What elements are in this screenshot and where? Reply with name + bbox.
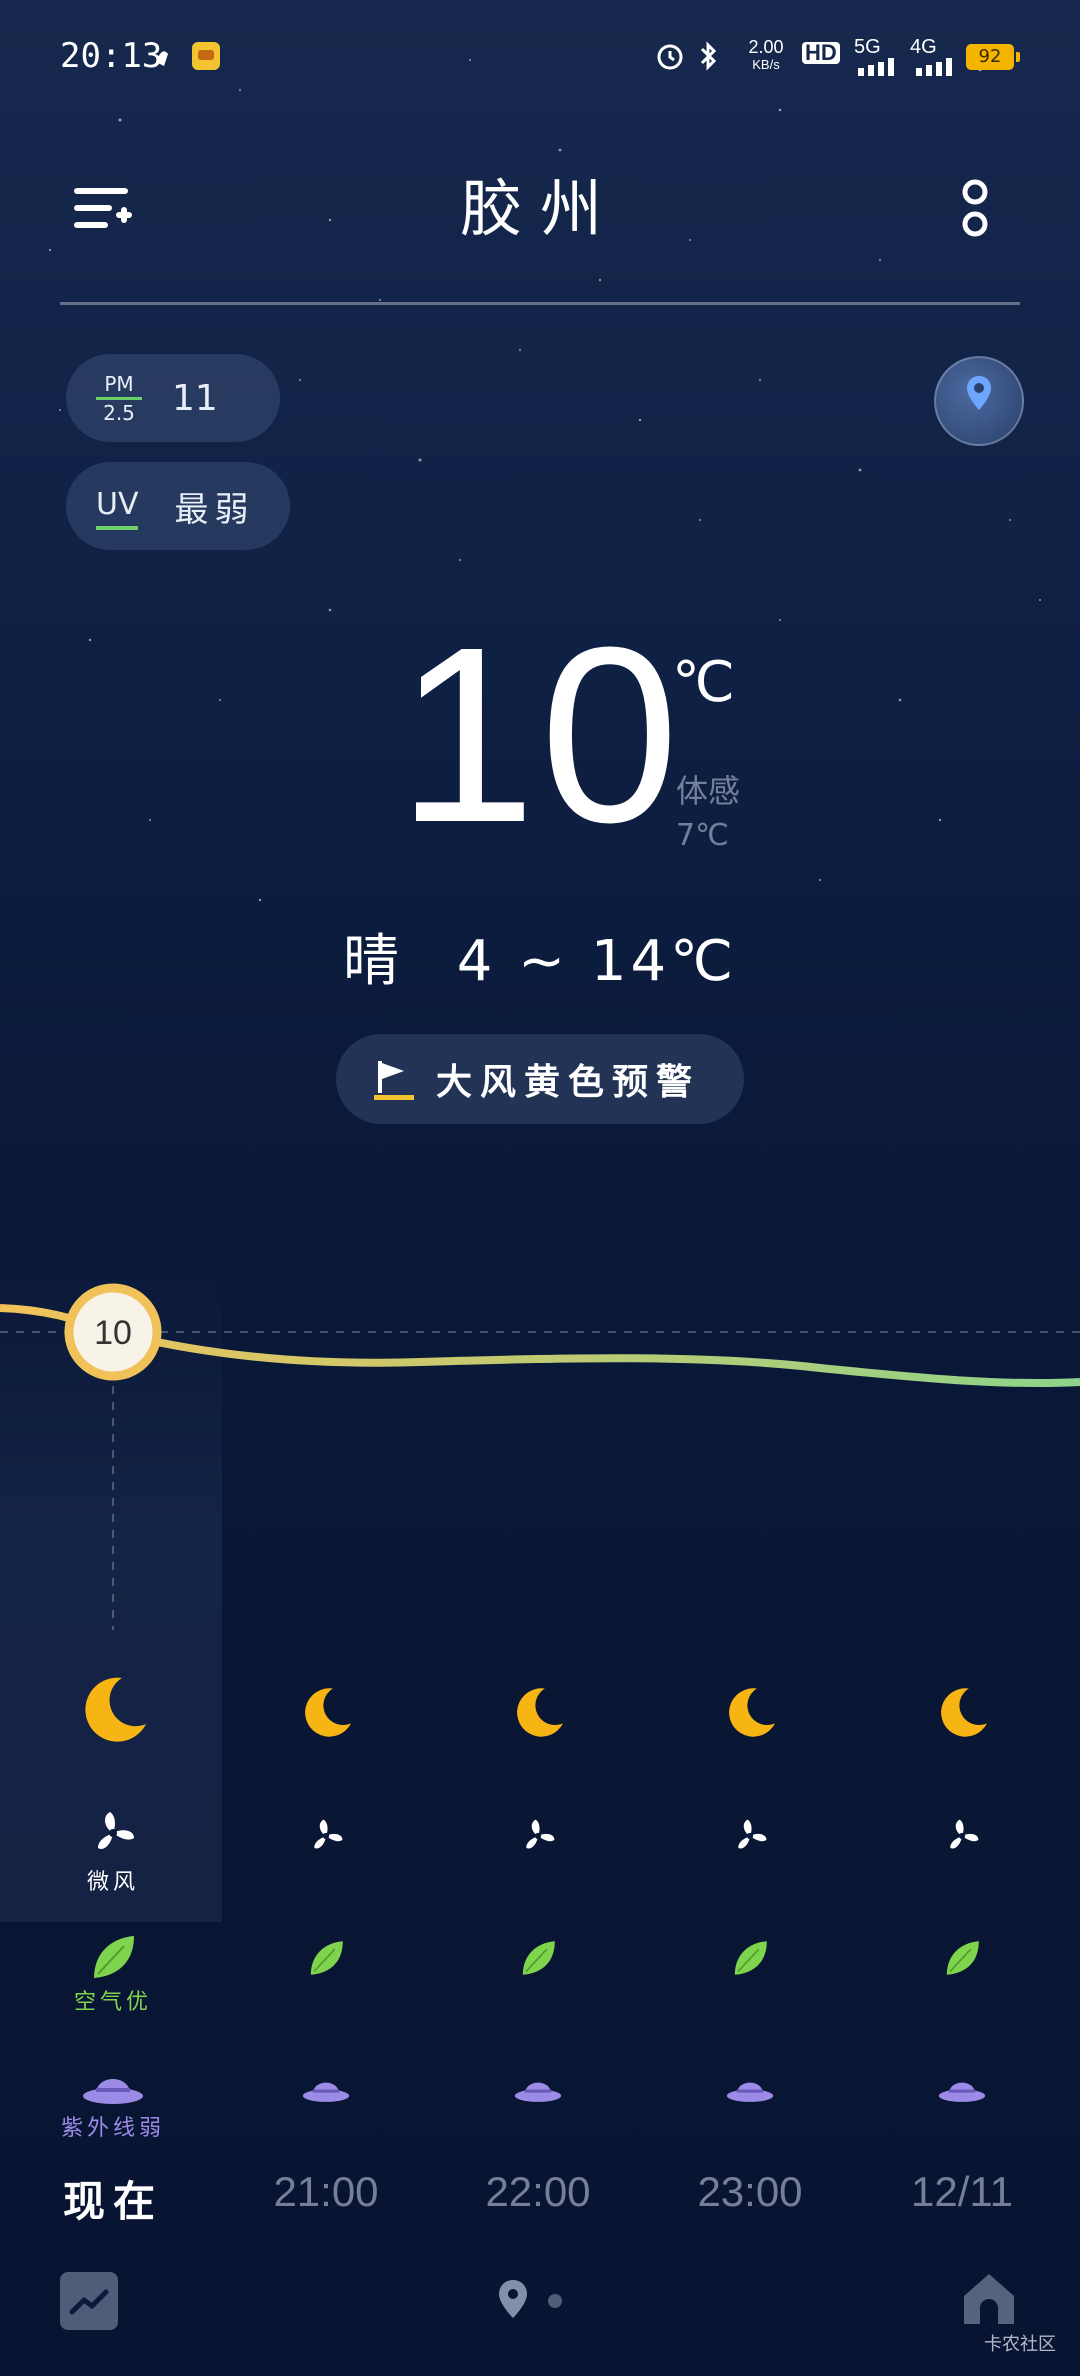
- network-4g-label: 4G: [910, 36, 937, 58]
- condition-text: 晴: [342, 929, 403, 994]
- flag-icon: [374, 1061, 414, 1100]
- uv-chip[interactable]: UV 最弱: [66, 462, 290, 550]
- watermark-text: 卡农社区: [984, 2334, 1056, 2355]
- leaf-icon: [946, 1941, 979, 1975]
- moon-icon: [941, 1688, 987, 1737]
- current-temp-marker-label: 10: [94, 1314, 132, 1352]
- sun-hat-icon: [302, 2082, 350, 2102]
- current-temperature: 10: [396, 595, 684, 874]
- signal-4g-icon: [916, 58, 952, 76]
- pm25-chip[interactable]: PM 2.5 11: [66, 354, 280, 442]
- pm25-label: PM 2.5: [96, 373, 142, 424]
- leaf-icon: [94, 1936, 134, 1978]
- app-notification-icon: [192, 42, 220, 70]
- status-bar: 20:13 2.00 KB/s HD 5G 4G 92: [0, 30, 1080, 80]
- temperature-curve: [0, 1304, 1080, 1388]
- moon-icon: [517, 1688, 563, 1737]
- uv-value: 最弱: [174, 489, 255, 530]
- sun-hat-icon: [726, 2082, 774, 2102]
- hour-label: 12/11: [911, 2168, 1013, 2215]
- weather-alert-button[interactable]: 大风黄色预警: [336, 1034, 744, 1124]
- temperature-unit: ℃: [672, 650, 735, 715]
- hour-label-now: 现在: [62, 2177, 163, 2226]
- city-manage-icon[interactable]: [74, 182, 134, 234]
- network-5g-label: 5G: [854, 36, 881, 58]
- wind-fan-icon: [526, 1819, 555, 1849]
- uv-index-label: 紫外线弱: [60, 2116, 165, 2141]
- page-indicator-dot[interactable]: [548, 2294, 562, 2308]
- trend-icon: [69, 2289, 109, 2315]
- bluetooth-icon: [700, 41, 717, 71]
- moon-icon: [85, 1677, 146, 1742]
- leaf-icon: [522, 1941, 555, 1975]
- uv-label: UV: [96, 487, 139, 530]
- hd-badge: HD: [802, 42, 840, 64]
- network-speed: 2.00 KB/s: [748, 37, 784, 72]
- more-options-icon[interactable]: [960, 178, 990, 240]
- alert-text: 大风黄色预警: [436, 1062, 701, 1103]
- location-pin-icon: [967, 376, 991, 410]
- wind-fan-icon: [738, 1819, 767, 1849]
- hour-label: 21:00: [273, 2168, 379, 2215]
- home-icon[interactable]: [958, 2270, 1020, 2328]
- feels-like-value: 7℃: [676, 818, 729, 853]
- signal-5g-icon: [858, 58, 894, 76]
- moon-icon: [305, 1688, 351, 1737]
- sun-hat-icon: [83, 2079, 143, 2104]
- condition-line: 晴 4 ~ 14℃: [0, 916, 1080, 997]
- hour-label: 23:00: [697, 2168, 803, 2215]
- air-quality-label: 空气优: [73, 1990, 152, 2015]
- leaf-icon: [310, 1941, 343, 1975]
- moon-icon: [729, 1688, 775, 1737]
- notification-icon: [156, 51, 168, 66]
- sun-hat-icon: [938, 2082, 986, 2102]
- wind-fan-icon: [98, 1812, 134, 1849]
- status-time: 20:13: [60, 36, 163, 76]
- location-map-button[interactable]: [934, 356, 1024, 446]
- trend-chart-button[interactable]: [60, 2272, 118, 2330]
- battery-indicator: 92: [966, 44, 1020, 70]
- wind-fan-icon: [314, 1819, 343, 1849]
- header-divider: [60, 302, 1020, 305]
- city-title[interactable]: 胶州: [340, 158, 740, 248]
- leaf-icon: [734, 1941, 767, 1975]
- temperature-range: 4 ~ 14℃: [456, 929, 738, 994]
- hour-label: 22:00: [485, 2168, 591, 2215]
- hourly-temperature-chart: 10: [0, 1283, 1080, 1630]
- sun-hat-icon: [514, 2082, 562, 2102]
- alarm-icon: [657, 44, 683, 70]
- wind-fan-icon: [950, 1819, 979, 1849]
- feels-like-label: 体感: [676, 772, 741, 810]
- wind-label: 微风: [86, 1870, 139, 1895]
- pm25-value: 11: [172, 377, 218, 419]
- page-indicator-location-icon[interactable]: [496, 2278, 530, 2320]
